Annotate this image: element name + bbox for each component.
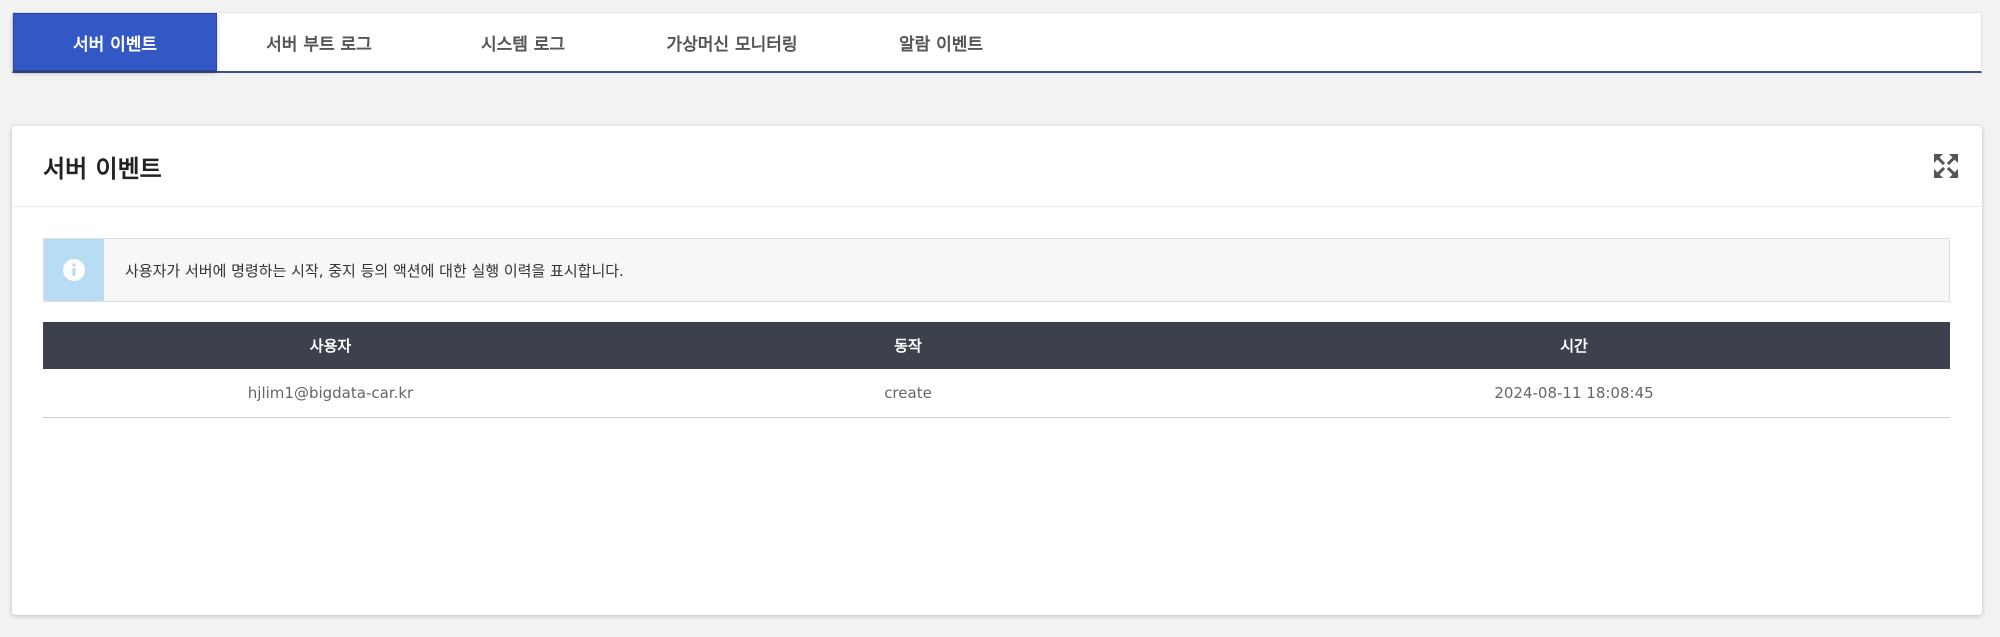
info-text: 사용자가 서버에 명령하는 시작, 중지 등의 액션에 대한 실행 이력을 표시… — [125, 261, 624, 280]
tab-server-events[interactable]: 서버 이벤트 — [13, 13, 217, 71]
events-table: 사용자 동작 시간 hjlim1@bigdata-car.kr create 2… — [43, 322, 1950, 418]
tab-bar: 서버 이벤트 서버 부트 로그 시스템 로그 가상머신 모니터링 알람 이벤트 — [12, 12, 1982, 73]
expand-arrows-icon — [1934, 154, 1958, 178]
tab-system-log[interactable]: 시스템 로그 — [421, 13, 625, 71]
info-banner: 사용자가 서버에 명령하는 시작, 중지 등의 액션에 대한 실행 이력을 표시… — [43, 238, 1950, 302]
cell-action: create — [618, 369, 1198, 418]
expand-icon[interactable] — [1932, 152, 1960, 180]
column-header-action[interactable]: 동작 — [618, 322, 1198, 369]
cell-time: 2024-08-11 18:08:45 — [1198, 369, 1950, 418]
tab-server-boot-log[interactable]: 서버 부트 로그 — [217, 13, 421, 71]
server-events-panel: 서버 이벤트 사용자가 서버에 명령하는 시작, 중지 등의 액션에 대한 실행… — [12, 126, 1982, 615]
column-header-user[interactable]: 사용자 — [43, 322, 618, 369]
panel-header: 서버 이벤트 — [12, 126, 1982, 207]
table-header-row: 사용자 동작 시간 — [43, 322, 1950, 369]
panel-title: 서버 이벤트 — [43, 155, 162, 183]
tab-alarm-events[interactable]: 알람 이벤트 — [839, 13, 1043, 71]
tab-vm-monitoring[interactable]: 가상머신 모니터링 — [625, 13, 839, 71]
info-icon-cell — [44, 239, 104, 301]
table-row[interactable]: hjlim1@bigdata-car.kr create 2024-08-11 … — [43, 369, 1950, 418]
info-icon — [63, 259, 85, 281]
column-header-time[interactable]: 시간 — [1198, 322, 1950, 369]
cell-user: hjlim1@bigdata-car.kr — [43, 369, 618, 418]
